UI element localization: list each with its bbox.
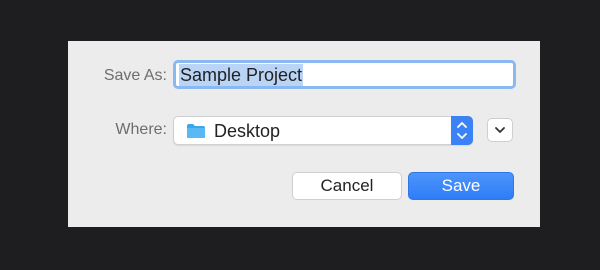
location-popup[interactable]: Desktop [173, 116, 473, 145]
save-button[interactable]: Save [408, 172, 514, 200]
filename-input[interactable]: Sample Project [173, 60, 516, 89]
where-label: Where: [115, 121, 167, 138]
expand-dialog-button[interactable] [487, 118, 513, 142]
folder-icon [187, 124, 205, 138]
up-down-chevron-icon [457, 122, 467, 139]
chevron-down-icon [495, 127, 505, 133]
location-value: Desktop [214, 121, 281, 141]
location-stepper[interactable] [451, 116, 473, 145]
filename-value: Sample Project [179, 64, 304, 86]
save-as-label: Save As: [103, 67, 167, 84]
cancel-button[interactable]: Cancel [292, 172, 402, 200]
save-dialog: Save As: Sample Project Where: Desktop C… [68, 41, 540, 227]
